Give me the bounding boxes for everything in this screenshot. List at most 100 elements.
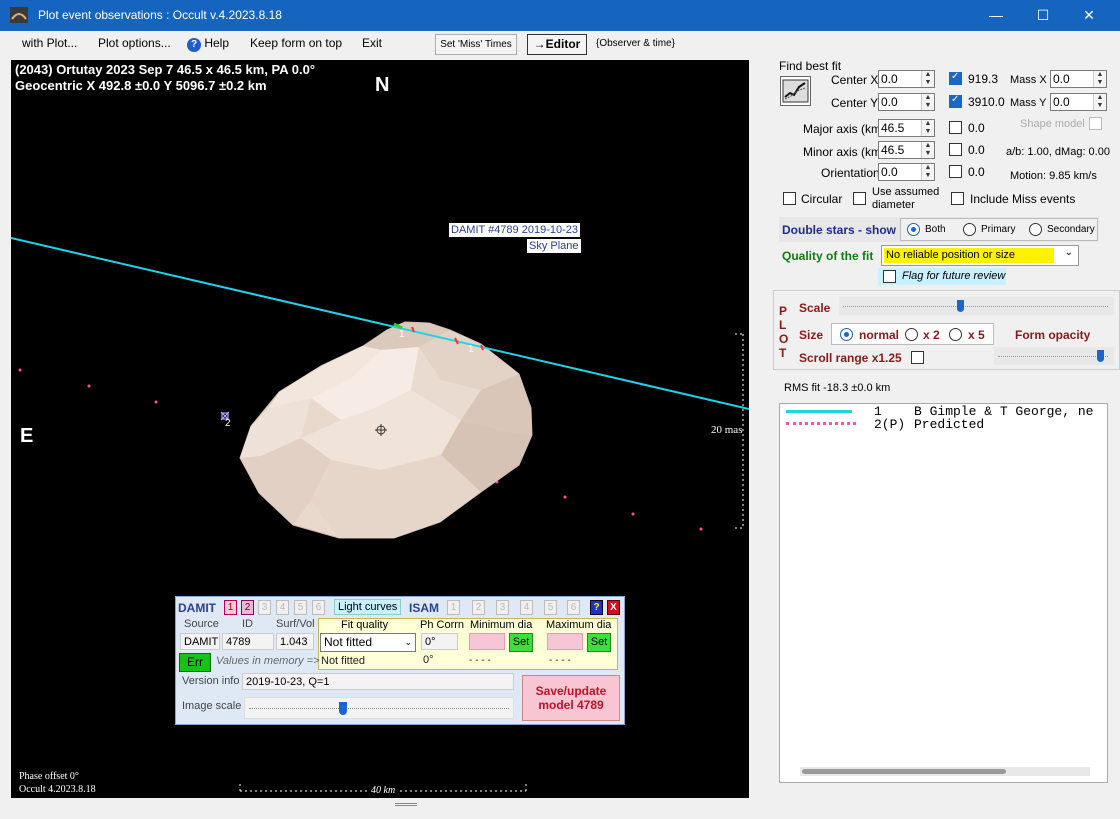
damit-panel: DAMIT 1 2 3 4 5 6 Light curves ISAM 1 2 … xyxy=(175,596,625,725)
set-min-button[interactable]: Set xyxy=(509,633,533,652)
mass-y-input[interactable]: 0.0 ▲ ▼ xyxy=(1050,93,1107,111)
primary-radio[interactable] xyxy=(963,223,976,236)
menu-keep-form-on-top[interactable]: Keep form on top xyxy=(250,36,342,50)
size-x5-radio[interactable] xyxy=(949,328,962,341)
size-x2-radio[interactable] xyxy=(905,328,918,341)
orientation-checkbox[interactable] xyxy=(949,165,962,178)
source-field[interactable]: DAMIT xyxy=(180,633,220,650)
resize-grip-icon[interactable] xyxy=(395,803,417,806)
damit-num-5[interactable]: 5 xyxy=(294,600,307,615)
id-field[interactable]: 4789 xyxy=(222,633,274,650)
version-info-field[interactable]: 2019-10-23, Q=1 xyxy=(242,673,514,690)
form-opacity-slider[interactable] xyxy=(994,347,1114,365)
scroll-range-checkbox[interactable] xyxy=(911,351,924,364)
image-scale-thumb[interactable] xyxy=(339,702,347,715)
save-update-button[interactable]: Save/update model 4789 xyxy=(522,675,620,721)
surfvol-field[interactable]: 1.043 xyxy=(276,633,314,650)
fit-quality-select-value: Not fitted xyxy=(324,635,373,649)
isam-num-6[interactable]: 6 xyxy=(567,600,580,615)
center-x-spin-icon[interactable]: ▲ ▼ xyxy=(921,71,934,87)
damit-close-button[interactable]: X xyxy=(607,600,620,615)
circular-checkbox[interactable] xyxy=(783,192,796,205)
menu-plot-options[interactable]: Plot options... xyxy=(98,36,171,50)
size-x5-label: x 5 xyxy=(968,328,985,342)
form-opacity-thumb[interactable] xyxy=(1097,350,1104,362)
size-normal-radio[interactable] xyxy=(840,328,853,341)
quality-of-fit-select[interactable]: No reliable position or size ⌄ xyxy=(881,245,1079,266)
legend-scroll-thumb[interactable] xyxy=(802,769,1006,774)
menu-help[interactable]: ? Help xyxy=(187,36,229,52)
image-scale-slider[interactable] xyxy=(244,697,514,719)
damit-help-button[interactable]: ? xyxy=(590,600,603,615)
isam-num-5[interactable]: 5 xyxy=(544,600,557,615)
center-y-input[interactable]: 0.0 ▲ ▼ xyxy=(878,93,935,111)
fit-quality-select[interactable]: Not fitted ⌄ xyxy=(320,633,416,652)
scroll-range-label: Scroll range x1.25 xyxy=(799,351,902,365)
light-curves-button[interactable]: Light curves xyxy=(334,599,402,615)
use-assumed-checkbox[interactable] xyxy=(853,192,866,205)
include-miss-checkbox[interactable] xyxy=(951,192,964,205)
orientation-value: 0.0 xyxy=(881,165,898,179)
occult-version-label: Occult 4.2023.8.18 xyxy=(19,784,96,795)
set-miss-times-button[interactable]: Set 'Miss' Times xyxy=(435,34,517,55)
major-axis-spin-icon[interactable]: ▲ ▼ xyxy=(921,120,934,136)
damit-num-6[interactable]: 6 xyxy=(312,600,325,615)
err-button[interactable]: Err xyxy=(179,653,211,672)
major-axis-value: 46.5 xyxy=(881,121,905,135)
minimize-icon[interactable]: — xyxy=(973,0,1019,31)
minor-axis-spin-icon[interactable]: ▲ ▼ xyxy=(921,142,934,158)
flag-review-checkbox[interactable] xyxy=(883,270,896,283)
col-min-dia: Minimum dia xyxy=(470,619,533,631)
ph-corr-field[interactable]: 0° xyxy=(421,633,458,650)
close-icon[interactable]: ✕ xyxy=(1066,0,1112,31)
orientation-spin-icon[interactable]: ▲ ▼ xyxy=(921,164,934,180)
set-max-button[interactable]: Set xyxy=(587,633,611,652)
center-y-spin-icon[interactable]: ▲ ▼ xyxy=(921,94,934,110)
isam-num-3[interactable]: 3 xyxy=(496,600,509,615)
col-source: Source xyxy=(184,618,219,630)
center-y-checkbox[interactable] xyxy=(949,94,962,108)
find-best-fit-button[interactable] xyxy=(780,76,811,106)
center-x-fixed-value: 919.3 xyxy=(968,72,999,86)
values-in-memory-label: Values in memory => xyxy=(216,655,320,667)
isam-num-1[interactable]: 1 xyxy=(447,600,460,615)
max-dia-field[interactable] xyxy=(547,633,583,650)
isam-num-4[interactable]: 4 xyxy=(520,600,533,615)
mass-x-spin-icon[interactable]: ▲ ▼ xyxy=(1093,71,1106,87)
size-group: normal x 2 x 5 xyxy=(831,323,994,345)
secondary-radio[interactable] xyxy=(1029,223,1042,236)
center-x-input[interactable]: 0.0 ▲ ▼ xyxy=(878,70,935,88)
max-dia-memory: - - - - xyxy=(549,655,571,666)
observer-time-label[interactable]: {Observer & time} xyxy=(596,38,675,49)
both-radio[interactable] xyxy=(907,223,920,236)
scale-thumb[interactable] xyxy=(957,300,964,312)
use-assumed-label-2: diameter xyxy=(872,199,915,211)
shape-model-checkbox[interactable] xyxy=(1089,117,1102,130)
legend-text-2: Predicted xyxy=(914,417,985,432)
damit-num-4[interactable]: 4 xyxy=(276,600,289,615)
mass-y-spin-icon[interactable]: ▲ ▼ xyxy=(1093,94,1106,110)
damit-num-1[interactable]: 1 xyxy=(224,600,237,615)
minor-axis-input[interactable]: 46.5 ▲ ▼ xyxy=(878,141,935,159)
legend-scrollbar[interactable] xyxy=(800,767,1090,776)
damit-num-2[interactable]: 2 xyxy=(241,600,254,615)
col-surfvol: Surf/Vol xyxy=(276,618,315,630)
mass-x-input[interactable]: 0.0 ▲ ▼ xyxy=(1050,70,1107,88)
ab-dmag-label: a/b: 1.00, dMag: 0.00 xyxy=(1006,146,1110,158)
minor-axis-checkbox[interactable] xyxy=(949,143,962,156)
isam-num-2[interactable]: 2 xyxy=(472,600,485,615)
menu-exit[interactable]: Exit xyxy=(362,36,382,50)
damit-num-3[interactable]: 3 xyxy=(258,600,271,615)
editor-button[interactable]: →Editor xyxy=(527,34,587,55)
major-axis-checkbox[interactable] xyxy=(949,121,962,134)
orientation-input[interactable]: 0.0 ▲ ▼ xyxy=(878,163,935,181)
major-axis-input[interactable]: 46.5 ▲ ▼ xyxy=(878,119,935,137)
center-x-checkbox[interactable] xyxy=(949,71,962,85)
plot-vertical-p: P xyxy=(779,304,788,318)
scale-slider[interactable] xyxy=(839,297,1114,315)
menu-with-plot[interactable]: with Plot... xyxy=(22,36,77,50)
observers-legend[interactable]: 1 B Gimple & T George, ne 2(P) Predicted xyxy=(779,403,1108,783)
help-icon: ? xyxy=(187,38,201,52)
min-dia-field[interactable] xyxy=(469,633,505,650)
maximize-icon[interactable]: ☐ xyxy=(1020,0,1066,31)
